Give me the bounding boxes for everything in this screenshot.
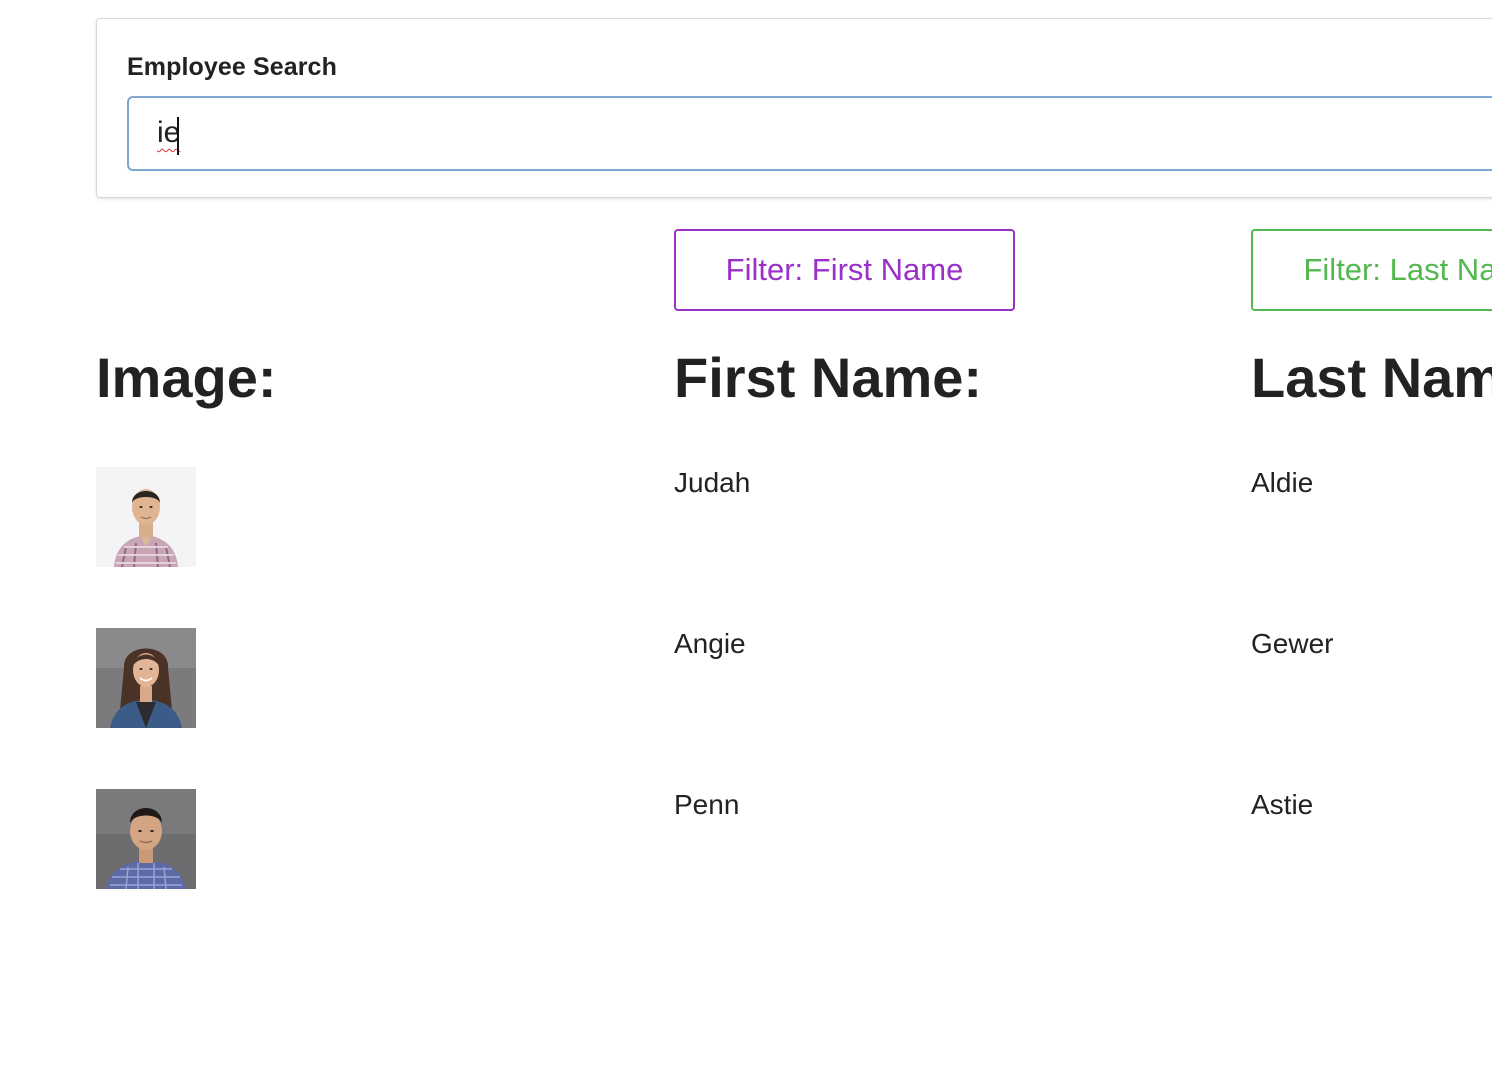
column-header-image: Image: <box>96 346 277 409</box>
search-input[interactable] <box>127 96 1492 171</box>
filter-last-name-button[interactable]: Filter: Last Name <box>1251 229 1492 311</box>
search-card: Employee Search ie <box>96 18 1492 198</box>
employee-photo <box>96 467 196 567</box>
first-name-cell: Penn <box>674 789 740 820</box>
last-name-cell: Astie <box>1251 789 1314 820</box>
employee-photo <box>96 628 196 728</box>
column-header-last-name: Last Name: <box>1251 346 1492 409</box>
man-photo-icon <box>96 467 196 567</box>
employee-directory-page: Employee Search ie Filter: First Name Fi… <box>0 0 1492 1075</box>
table-row: Angie Gewer <box>0 628 1492 728</box>
first-name-cell: Judah <box>674 467 751 498</box>
woman-photo-icon <box>96 628 196 728</box>
man-photo-icon <box>96 789 196 889</box>
column-header-first-name: First Name: <box>674 346 983 409</box>
text-caret <box>177 117 179 155</box>
employee-photo <box>96 789 196 889</box>
table-row: Penn Astie <box>0 789 1492 889</box>
last-name-cell: Aldie <box>1251 467 1314 498</box>
table-row: Judah Aldie <box>0 467 1492 567</box>
first-name-cell: Angie <box>674 628 746 659</box>
filter-first-name-button[interactable]: Filter: First Name <box>674 229 1015 311</box>
last-name-cell: Gewer <box>1251 628 1334 659</box>
search-label: Employee Search <box>127 53 337 81</box>
